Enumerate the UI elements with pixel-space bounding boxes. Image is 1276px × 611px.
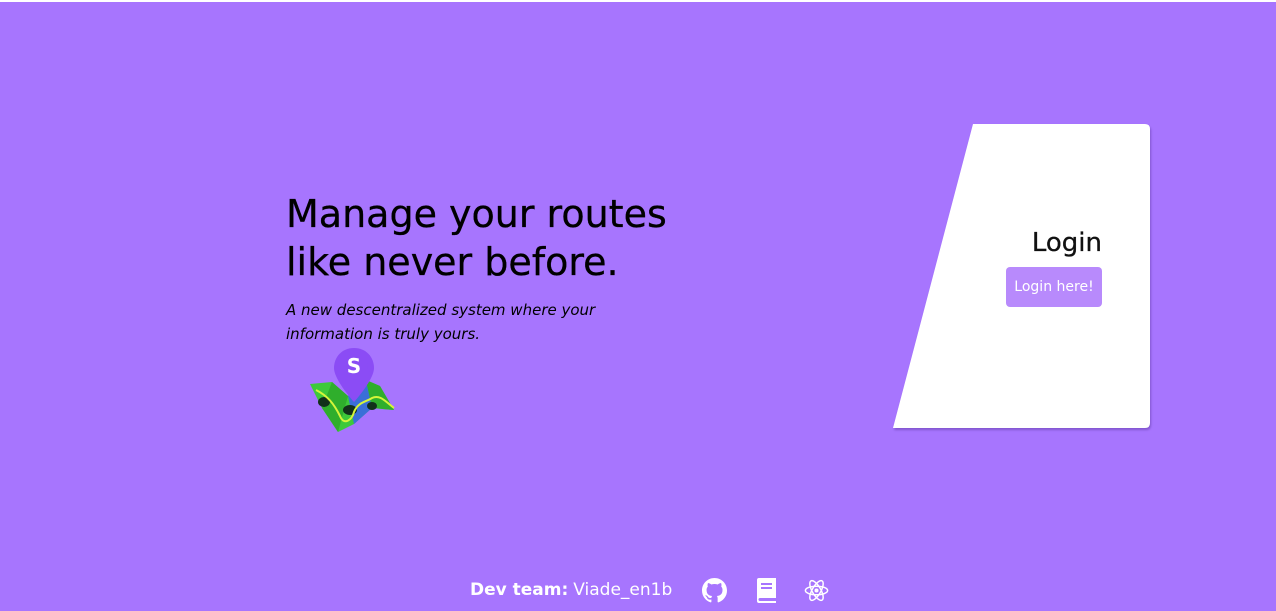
login-card: Login Login here!	[893, 124, 1150, 428]
hero-title-line-2: like never before.	[286, 240, 619, 284]
logo-letter: S	[347, 354, 361, 378]
map-pin-logo-icon: S	[310, 348, 395, 432]
react-icon[interactable]	[804, 578, 829, 603]
dev-team-label: Dev team:	[470, 580, 569, 600]
hero-title-line-1: Manage your routes	[286, 192, 667, 236]
hero-title: Manage your routes like never before.	[286, 190, 686, 286]
book-icon[interactable]	[753, 577, 778, 603]
login-button[interactable]: Login here!	[1006, 267, 1102, 307]
footer: Dev team: Viade_en1b	[470, 574, 829, 606]
footer-links	[702, 577, 829, 603]
app-logo: S	[308, 346, 398, 434]
hero-subtitle: A new descentralized system where your i…	[286, 301, 596, 343]
github-icon[interactable]	[702, 577, 728, 603]
dev-team-name: Viade_en1b	[573, 580, 673, 600]
hero-section: Manage your routes like never before. A …	[286, 190, 686, 346]
top-border	[0, 0, 1276, 2]
login-title: Login	[1031, 228, 1102, 258]
